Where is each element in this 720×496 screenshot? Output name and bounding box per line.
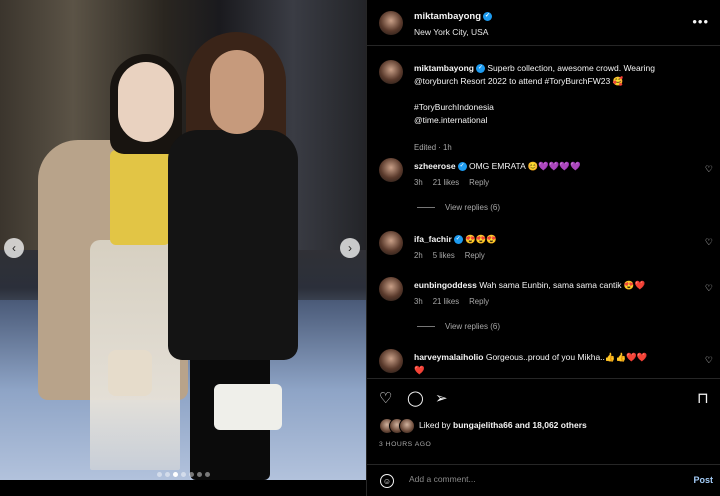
caption-edited: Edited · 1h xyxy=(414,143,452,152)
comment-time: 2h xyxy=(414,251,423,260)
carousel-dot xyxy=(156,472,162,477)
likes-count[interactable]: and 18,062 others xyxy=(515,420,587,430)
person-right-bag xyxy=(214,384,282,430)
caption-username[interactable]: miktambayong xyxy=(414,63,474,73)
post-caption: miktambayong ✓ Superb collection, awesome… xyxy=(367,58,720,158)
commenter-username[interactable]: eunbingoddess xyxy=(414,280,477,290)
heart-icon[interactable]: ♡ xyxy=(705,164,713,175)
post-timestamp: 3 HOURS AGO xyxy=(379,441,432,448)
commenter-avatar[interactable] xyxy=(379,349,403,373)
post-photo[interactable]: ‹ › xyxy=(0,0,366,480)
verified-badge-icon: ✓ xyxy=(483,11,493,21)
reply-button[interactable]: Reply xyxy=(465,251,485,260)
carousel-dot xyxy=(188,472,194,477)
comment-likes[interactable]: 21 likes xyxy=(433,297,459,306)
add-comment-input[interactable] xyxy=(407,473,661,485)
chevron-left-icon: ‹ xyxy=(12,241,16,255)
comment-text: 😍😍😍 xyxy=(465,234,497,244)
comment-likes[interactable]: 21 likes xyxy=(433,178,459,187)
heart-icon[interactable]: ♡ xyxy=(705,237,713,248)
person-left-top xyxy=(110,150,170,245)
more-options-icon[interactable]: ••• xyxy=(692,14,709,29)
heart-icon[interactable]: ♡ xyxy=(705,355,713,366)
commenter-avatar[interactable] xyxy=(379,158,403,182)
comment-likes[interactable]: 5 likes xyxy=(433,251,455,260)
instagram-post-modal: ‹ › miktambayong ✓ New York City, USA •••… xyxy=(0,0,720,496)
comment-time: 3h xyxy=(414,297,423,306)
view-replies-button[interactable]: View replies (6) xyxy=(417,322,500,331)
commenter-username[interactable]: harveymalaiholio xyxy=(414,352,483,362)
post-actions-bar: ♡ ◯ ➢ ⊓ xyxy=(367,378,720,414)
likes-summary: Liked by bungajelitha66 and 18,062 other… xyxy=(379,416,709,436)
post-comment-button[interactable]: Post xyxy=(693,475,713,485)
likes-prefix: Liked by xyxy=(419,420,451,430)
post-location[interactable]: New York City, USA xyxy=(414,27,488,37)
replies-divider xyxy=(417,207,435,209)
comment-time: 3h xyxy=(414,178,423,187)
verified-badge-icon: ✓ xyxy=(453,235,463,245)
heart-icon[interactable]: ♡ xyxy=(379,389,392,407)
liker-avatar xyxy=(399,418,415,434)
comment-text-continued: ❤️ xyxy=(414,365,425,375)
view-replies-label: View replies (6) xyxy=(445,203,500,212)
caption-line-1: Superb collection, awesome crowd. Wearin… xyxy=(487,63,655,73)
post-header: miktambayong ✓ New York City, USA ••• xyxy=(367,0,720,46)
heart-icon[interactable]: ♡ xyxy=(705,283,713,294)
comment-item: ifa_fachir ✓ 😍😍😍 2h 5 likes Reply ♡ xyxy=(367,229,720,269)
carousel-dots xyxy=(0,464,366,480)
comment-text: OMG EMRATA 😊💜💜💜💜 xyxy=(468,161,581,171)
liker-username[interactable]: bungajelitha66 xyxy=(453,420,513,430)
comment-text: Gorgeous..proud of you Mikha..👍👍❤️❤️ xyxy=(485,352,648,362)
reply-button[interactable]: Reply xyxy=(469,178,489,187)
add-comment-bar: ☺ Post xyxy=(367,464,720,496)
comment-item: harveymalaiholio Gorgeous..proud of you … xyxy=(367,347,720,376)
person-left-bag xyxy=(108,350,152,396)
comment-text: Wah sama Eunbin, sama sama cantik 😍❤️ xyxy=(479,280,646,290)
post-details-panel: miktambayong ✓ New York City, USA ••• mik… xyxy=(366,0,720,496)
commenter-avatar[interactable] xyxy=(379,231,403,255)
carousel-dot xyxy=(172,472,178,477)
caption-line-2: @toryburch Resort 2022 to attend #ToryBu… xyxy=(414,76,624,86)
commenter-avatar[interactable] xyxy=(379,277,403,301)
previous-photo-button[interactable]: ‹ xyxy=(4,238,24,258)
chevron-right-icon: › xyxy=(348,241,352,255)
commenter-username[interactable]: szheerose xyxy=(414,161,456,171)
carousel-dot xyxy=(196,472,202,477)
comment-item: eunbingoddess Wah sama Eunbin, sama sama… xyxy=(367,275,720,335)
view-replies-button[interactable]: View replies (6) xyxy=(417,203,500,212)
next-photo-button[interactable]: › xyxy=(340,238,360,258)
replies-divider xyxy=(417,326,435,328)
person-right-dress xyxy=(168,130,298,360)
person-right-face xyxy=(210,50,264,134)
view-replies-label: View replies (6) xyxy=(445,322,500,331)
caption-hashtag[interactable]: #ToryBurchIndonesia xyxy=(414,102,494,112)
author-avatar-small[interactable] xyxy=(379,60,403,84)
comment-icon[interactable]: ◯ xyxy=(407,389,424,407)
carousel-dot xyxy=(204,472,210,477)
comment-item: szheerose ✓ OMG EMRATA 😊💜💜💜💜 3h 21 likes Re… xyxy=(367,156,720,216)
caption-mention[interactable]: @time.international xyxy=(414,115,487,125)
verified-badge-icon: ✓ xyxy=(476,64,485,74)
share-icon[interactable]: ➢ xyxy=(435,389,448,407)
carousel-dot xyxy=(164,472,170,477)
carousel-dot xyxy=(180,472,186,477)
bookmark-icon[interactable]: ⊓ xyxy=(697,389,709,407)
comments-list[interactable]: miktambayong ✓ Superb collection, awesome… xyxy=(367,46,720,376)
verified-badge-icon: ✓ xyxy=(457,162,467,172)
reply-button[interactable]: Reply xyxy=(469,297,489,306)
author-avatar[interactable] xyxy=(379,11,403,35)
commenter-username[interactable]: ifa_fachir xyxy=(414,234,452,244)
author-username[interactable]: miktambayong xyxy=(414,11,481,22)
person-left-face xyxy=(118,62,174,142)
emoji-icon[interactable]: ☺ xyxy=(380,474,394,488)
